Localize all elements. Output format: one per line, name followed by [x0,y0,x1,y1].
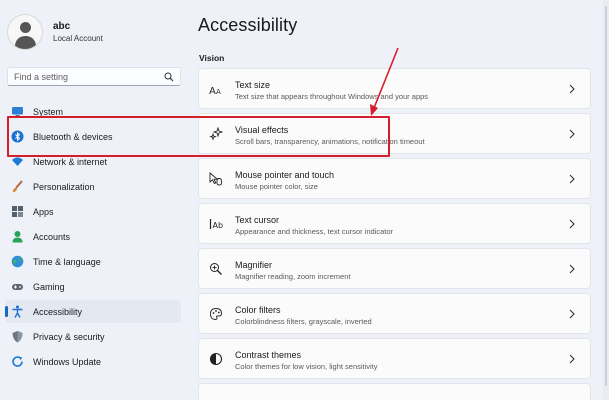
sidebar-item-accessibility[interactable]: Accessibility [5,300,181,323]
chevron-right-icon [569,129,575,139]
card-title: Visual effects [235,125,289,135]
wifi-icon [11,155,24,168]
accessibility-icon [11,305,24,318]
sidebar-item-label: Privacy & security [33,331,105,342]
chevron-right-icon [569,264,575,274]
sidebar-nav: System Bluetooth & devices Network & int… [5,100,181,375]
sidebar: abc Local Account System Blue [0,0,190,400]
sidebar-item-label: Accounts [33,231,71,242]
card-description: Magnifier reading, zoom increment [235,272,351,281]
svg-text:A: A [216,88,221,96]
section-heading: Vision [199,53,225,63]
brush-icon [11,180,24,193]
text-size-icon: AA [209,82,223,96]
setting-card-text-cursor[interactable]: Ab Text cursor Appearance and thickness,… [198,203,591,244]
svg-text:A: A [209,86,216,96]
search-input[interactable] [14,71,164,82]
sidebar-item-label: Bluetooth & devices [33,131,113,142]
text-cursor-icon: Ab [209,217,223,231]
svg-text:Ab: Ab [213,221,224,230]
contrast-icon [209,352,223,366]
sidebar-item-label: Time & language [33,256,101,267]
setting-card-partial[interactable] [198,383,591,400]
system-icon [11,105,24,118]
card-title: Magnifier [235,260,273,270]
sidebar-item-label: Personalization [33,181,95,192]
magnifier-icon [209,262,223,276]
card-description: Appearance and thickness, text cursor in… [235,227,394,236]
sidebar-item-personalization[interactable]: Personalization [5,175,181,198]
scrollbar[interactable] [603,0,609,400]
sidebar-item-label: Network & internet [33,156,108,167]
main-content: Accessibility Vision AA Text size Text s… [198,0,598,400]
sidebar-item-apps[interactable]: Apps [5,200,181,223]
card-description: Text size that appears throughout Window… [235,92,429,101]
card-title: Text size [235,80,271,90]
chevron-right-icon [569,174,575,184]
mouse-pointer-icon [209,172,223,186]
setting-card-magnifier[interactable]: Magnifier Magnifier reading, zoom increm… [198,248,591,289]
card-description: Colorblindness filters, grayscale, inver… [235,317,372,326]
user-profile[interactable]: abc Local Account [7,14,103,50]
chevron-right-icon [569,84,575,94]
card-description: Color themes for low vision, light sensi… [235,362,378,371]
apps-icon [11,205,24,218]
sidebar-item-time-language[interactable]: Time & language [5,250,181,273]
person-icon [11,230,24,243]
sidebar-item-bluetooth[interactable]: Bluetooth & devices [5,125,181,148]
setting-card-visual-effects[interactable]: Visual effects Scroll bars, transparency… [198,113,591,154]
globe-icon [11,255,24,268]
chevron-right-icon [569,309,575,319]
setting-card-contrast-themes[interactable]: Contrast themes Color themes for low vis… [198,338,591,379]
sidebar-item-system[interactable]: System [5,100,181,123]
update-icon [11,355,24,368]
sidebar-item-label: System [33,106,64,117]
shield-icon [11,330,24,343]
sidebar-item-windows-update[interactable]: Windows Update [5,350,181,373]
profile-account-type: Local Account [53,34,103,43]
sidebar-item-privacy-security[interactable]: Privacy & security [5,325,181,348]
sidebar-item-label: Accessibility [33,306,83,317]
page-title: Accessibility [198,15,298,35]
settings-window: abc Local Account System Blue [0,0,609,400]
sidebar-item-label: Windows Update [33,356,102,367]
card-title: Color filters [235,305,281,315]
card-title: Contrast themes [235,350,302,360]
sidebar-item-label: Gaming [33,281,65,292]
color-filters-icon [209,307,223,321]
setting-card-mouse-pointer[interactable]: Mouse pointer and touch Mouse pointer co… [198,158,591,199]
chevron-right-icon [569,219,575,229]
visual-effects-icon [209,127,223,141]
setting-card-color-filters[interactable]: Color filters Colorblindness filters, gr… [198,293,591,334]
bluetooth-icon [11,130,24,143]
search-icon[interactable] [164,72,174,82]
search-box[interactable] [7,67,181,86]
sidebar-item-network[interactable]: Network & internet [5,150,181,173]
sidebar-item-label: Apps [33,206,54,217]
profile-name: abc [53,21,71,32]
scrollbar-thumb[interactable] [605,6,607,386]
sidebar-item-accounts[interactable]: Accounts [5,225,181,248]
avatar [7,14,43,50]
card-title: Mouse pointer and touch [235,170,335,180]
sidebar-item-gaming[interactable]: Gaming [5,275,181,298]
chevron-right-icon [569,354,575,364]
card-description: Scroll bars, transparency, animations, n… [235,137,425,146]
setting-card-text-size[interactable]: AA Text size Text size that appears thro… [198,68,591,109]
gamepad-icon [11,280,24,293]
card-description: Mouse pointer color, size [235,182,318,191]
card-title: Text cursor [235,215,280,225]
